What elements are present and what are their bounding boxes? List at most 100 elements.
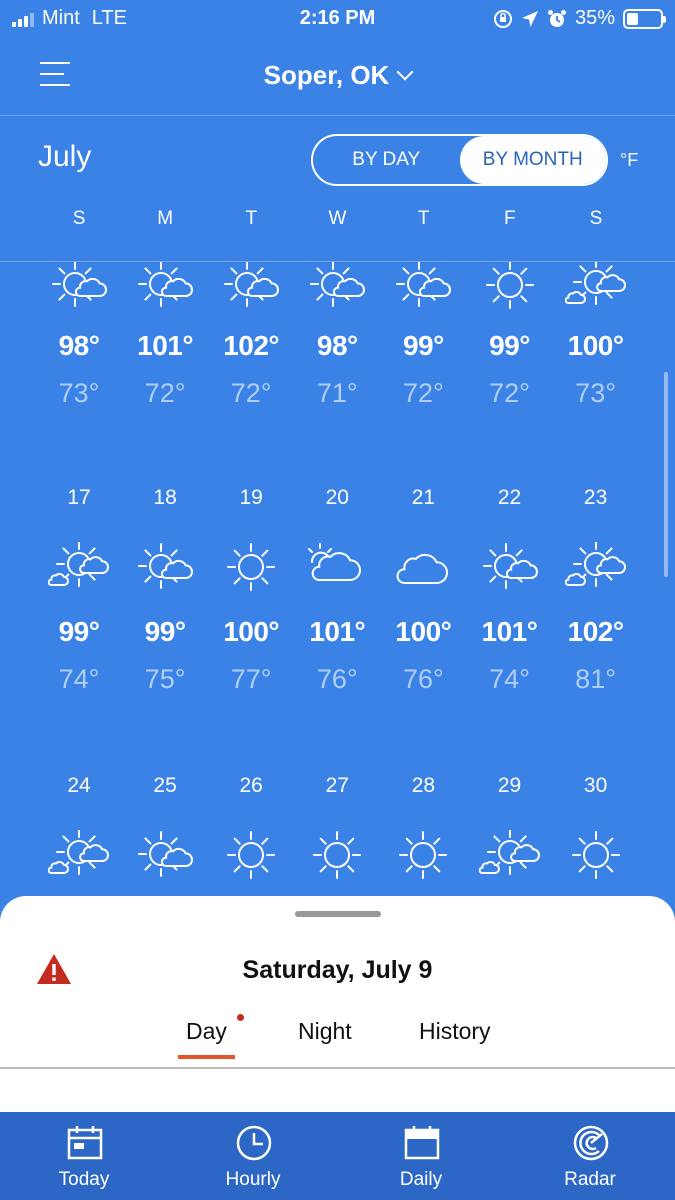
radar-icon	[573, 1125, 609, 1161]
day-number: 20	[325, 486, 349, 509]
high-temp: 100°	[223, 616, 280, 647]
nav-label: Radar	[564, 1169, 616, 1190]
calendar-daily-icon	[404, 1126, 440, 1160]
low-temp: 73°	[575, 378, 617, 408]
location-arrow-icon	[521, 10, 538, 27]
calendar-day-cell[interactable]: 29	[467, 262, 553, 875]
sun-icon	[485, 262, 534, 309]
tab-day-indicator-dot	[237, 1014, 244, 1021]
calendar-grid: 98° 73° 101° 72° 102° 72° 98° 71° 99° 72° 99° 72° 10…	[36, 262, 639, 902]
sun-cloud-icon	[482, 543, 538, 589]
calendar-day-cell[interactable]: 24	[36, 262, 122, 875]
low-temp: 74°	[489, 664, 530, 694]
sun-cloud-icon	[138, 543, 194, 589]
bottom-nav: Today Hourly Daily Radar	[0, 1112, 675, 1200]
location-selector[interactable]: Soper, OK	[0, 60, 675, 91]
alarm-icon	[547, 9, 566, 27]
tab-history[interactable]: History	[419, 1018, 491, 1045]
low-temp: 74°	[58, 664, 100, 694]
sun-cloud-icon	[396, 262, 452, 307]
nav-label: Today	[58, 1169, 110, 1190]
low-temp: 77°	[230, 664, 272, 694]
day-number: 28	[411, 774, 436, 797]
unit-toggle[interactable]: °F	[620, 150, 638, 171]
calendar-day-cell[interactable]: 28	[380, 262, 466, 879]
day-number: 18	[153, 486, 177, 509]
day-number: 26	[239, 774, 263, 797]
sheet-divider	[0, 1067, 675, 1069]
nav-label: Daily	[399, 1169, 443, 1190]
high-temp: 100°	[567, 330, 624, 361]
sun-icon	[313, 831, 362, 879]
tab-day[interactable]: Day	[178, 1018, 235, 1059]
sun-icon	[399, 831, 448, 879]
high-temp: 101°	[481, 616, 538, 647]
day-number: 25	[153, 774, 177, 797]
sun-icon	[571, 831, 620, 879]
day-number: 30	[583, 774, 608, 797]
calendar-day-cell[interactable]: 27	[294, 262, 380, 879]
cloud-icon	[396, 553, 449, 584]
high-temp: 101°	[309, 616, 366, 647]
sun-clouds-icon	[478, 830, 540, 875]
weekday-label: T	[417, 208, 430, 229]
scrollbar[interactable]	[664, 372, 668, 577]
sun-cloud-icon	[310, 262, 366, 307]
calendar-today-icon	[67, 1126, 103, 1160]
high-temp: 98°	[316, 330, 358, 361]
high-temp: 98°	[58, 330, 100, 361]
nav-today[interactable]: Today	[14, 1112, 154, 1200]
day-number: 17	[67, 486, 91, 509]
sheet-title: Saturday, July 9	[242, 956, 433, 984]
status-right: 35%	[493, 7, 666, 30]
day-number: 23	[583, 486, 608, 509]
high-temp: 99°	[144, 616, 186, 647]
orientation-lock-icon	[493, 9, 512, 28]
weekday-label: W	[328, 208, 347, 229]
toggle-by-day[interactable]: BY DAY	[313, 136, 460, 184]
mostly-cloudy-icon	[308, 543, 362, 581]
location-label: Soper, OK	[263, 60, 390, 90]
day-number: 21	[411, 486, 436, 509]
high-temp: 99°	[402, 330, 444, 361]
month-label: July	[38, 140, 92, 173]
weekday-label: F	[503, 208, 516, 229]
sheet-drag-handle[interactable]	[295, 911, 381, 917]
weekday-header: S M T W T F S	[36, 208, 639, 230]
high-temp: 101°	[137, 330, 194, 361]
calendar-day-cell[interactable]: 25	[122, 262, 208, 877]
sun-clouds-icon	[564, 542, 626, 587]
header-divider	[0, 115, 675, 116]
battery-icon	[623, 8, 666, 29]
low-temp: 72°	[144, 378, 186, 408]
day-number: 27	[325, 774, 349, 797]
low-temp: 76°	[402, 664, 444, 694]
low-temp: 71°	[316, 378, 358, 408]
high-temp: 99°	[58, 616, 100, 647]
day-number: 29	[497, 774, 522, 797]
day-number: 22	[497, 486, 522, 509]
app-header: Soper, OK	[0, 40, 675, 115]
chevron-down-icon	[396, 63, 414, 81]
battery-percent: 35%	[574, 7, 615, 29]
sun-clouds-icon	[564, 262, 626, 305]
weekday-label: S	[72, 208, 86, 229]
weekday-label: M	[157, 208, 174, 229]
low-temp: 81°	[575, 664, 617, 694]
sheet-tabs: Day Night History	[0, 1014, 675, 1068]
weekday-label: S	[589, 208, 603, 229]
tab-night[interactable]: Night	[298, 1018, 352, 1045]
calendar-day-cell[interactable]: 26	[208, 262, 294, 879]
sun-cloud-icon	[52, 262, 107, 307]
calendar-day-cell[interactable]: 30	[553, 262, 639, 879]
toggle-by-month[interactable]: BY MONTH	[459, 136, 606, 184]
nav-hourly[interactable]: Hourly	[183, 1112, 323, 1200]
high-temp: 102°	[567, 616, 624, 647]
nav-radar[interactable]: Radar	[520, 1112, 660, 1200]
sun-cloud-icon	[138, 831, 194, 877]
low-temp: 75°	[144, 664, 186, 694]
high-temp: 99°	[489, 330, 530, 361]
status-bar: Mint LTE 2:16 PM 35%	[0, 0, 675, 38]
nav-daily[interactable]: Daily	[351, 1112, 491, 1200]
nav-label: Hourly	[225, 1169, 281, 1190]
